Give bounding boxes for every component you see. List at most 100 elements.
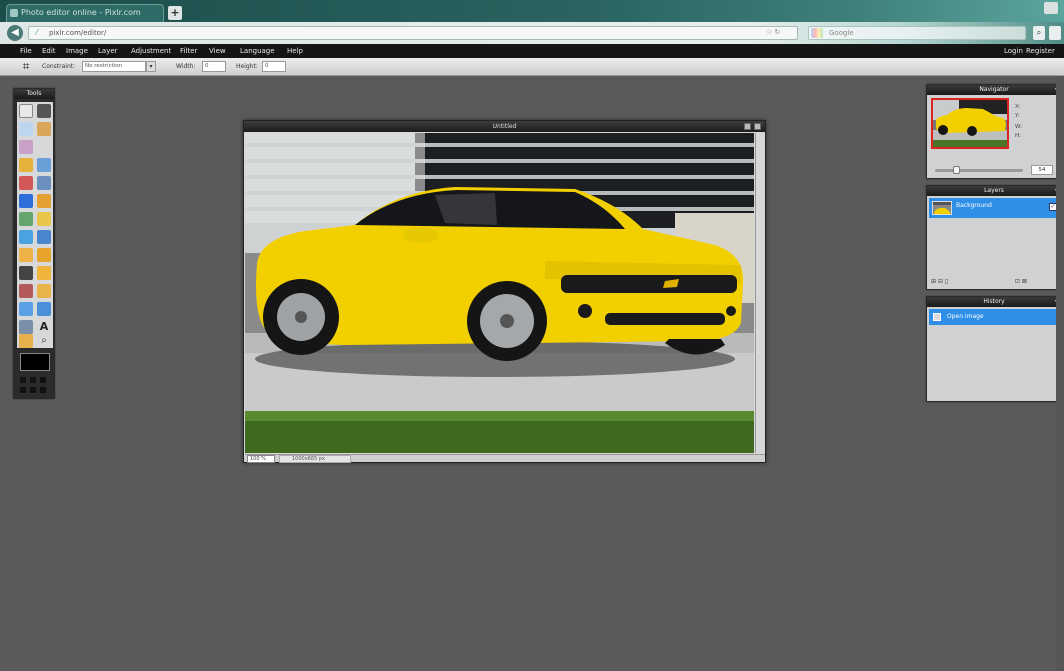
marquee-tool-icon[interactable] <box>19 122 33 136</box>
navigator-y-label: Y: <box>1015 113 1020 119</box>
back-button[interactable]: ◀ <box>7 25 23 41</box>
menu-layer[interactable]: Layer <box>98 44 118 58</box>
crop-tool-icon: ⌗ <box>22 59 30 73</box>
crop-tool-icon[interactable] <box>19 104 33 118</box>
history-item[interactable]: Open image <box>929 309 1061 325</box>
pixlr-editor-window: Photo editor online - Pixlr.com + ◀ pixl… <box>0 0 1064 671</box>
image-size-label: 1000x665 px <box>279 455 351 463</box>
constraint-label: Constraint: <box>42 63 76 70</box>
width-input[interactable]: 0 <box>202 61 226 72</box>
constraint-select[interactable]: No restriction <box>82 61 146 72</box>
menu-view[interactable]: View <box>209 44 226 58</box>
vertical-scrollbar[interactable] <box>755 133 765 453</box>
pencil-tool-icon[interactable] <box>19 158 33 172</box>
car-photo <box>245 133 754 453</box>
lasso-tool-icon[interactable] <box>37 122 51 136</box>
width-label: Width: <box>176 63 196 70</box>
browser-tab[interactable]: Photo editor online - Pixlr.com <box>6 4 164 22</box>
wand-tool-icon[interactable] <box>19 140 33 154</box>
navigator-w-label: W: <box>1015 124 1022 130</box>
navigator-thumbnail[interactable] <box>931 98 1009 149</box>
bucket-tool-icon[interactable] <box>37 176 51 190</box>
tool-options-bar: ⌗ Constraint: No restriction ▾ Width: 0 … <box>0 58 1064 76</box>
smudge-tool-icon[interactable] <box>19 248 33 262</box>
zoom-slider-handle[interactable] <box>953 166 960 174</box>
history-item-label: Open image <box>947 313 984 320</box>
tools-panel-title: Tools <box>14 89 54 99</box>
layer-name: Background <box>956 202 992 209</box>
chevron-down-icon[interactable]: ▾ <box>146 61 156 72</box>
colorpicker-tool-icon[interactable] <box>19 320 33 334</box>
layer-thumb-image <box>933 205 951 214</box>
sponge-tool-icon[interactable] <box>37 248 51 262</box>
colorreplace-tool-icon[interactable] <box>19 212 33 226</box>
history-item-icon <box>933 313 941 321</box>
layers-title: Layers <box>927 186 1061 196</box>
spot-heal-tool-icon[interactable] <box>37 284 51 298</box>
maximize-icon[interactable] <box>744 123 751 130</box>
gradient-tool-icon[interactable] <box>19 194 33 208</box>
layer-row[interactable]: Background ✓ <box>929 198 1061 218</box>
history-title: History <box>927 297 1061 307</box>
menu-adjustment[interactable]: Adjustment <box>131 44 171 58</box>
menu-language[interactable]: Language <box>240 44 275 58</box>
tool-grid: A ⌕ <box>17 102 53 348</box>
search-input[interactable]: Google <box>808 26 1026 40</box>
height-label: Height: <box>236 63 258 70</box>
height-input[interactable]: 0 <box>262 61 286 72</box>
document-title: Untitled <box>244 121 765 132</box>
burn-tool-icon[interactable] <box>37 266 51 280</box>
browser-nav-bar: ◀ pixlr.com/editor/ ⁄ ☆ ↻ Google ⌕ <box>0 22 1064 44</box>
navigator-panel: Navigator ▾ X: Y: W: H: 54 <box>926 84 1062 179</box>
navigator-x-label: X: <box>1015 104 1021 110</box>
swatch-grid-icon[interactable] <box>20 377 50 395</box>
browser-menu-button[interactable] <box>1049 26 1061 40</box>
hand-tool-icon[interactable] <box>19 334 33 348</box>
close-icon[interactable] <box>754 123 761 130</box>
blur-tool-icon[interactable] <box>19 230 33 244</box>
layer-actions[interactable]: ⊞ ⊟ ▯ ⊡ ⊠ <box>931 278 1027 285</box>
redeye-tool-icon[interactable] <box>19 284 33 298</box>
menu-help[interactable]: Help <box>287 44 303 58</box>
zoom-tool-icon[interactable]: ⌕ <box>37 334 51 348</box>
drawing-tool-icon[interactable] <box>37 212 51 226</box>
search-icon[interactable]: ⌕ <box>1033 26 1045 40</box>
page-icon: ⁄ <box>36 28 38 37</box>
type-tool-icon[interactable]: A <box>37 320 51 334</box>
navigator-car-thumb <box>933 100 1007 147</box>
canvas-image[interactable] <box>245 133 754 453</box>
menu-filter[interactable]: Filter <box>180 44 197 58</box>
navigator-zoom-input[interactable]: 54 <box>1031 165 1053 175</box>
dodge-tool-icon[interactable] <box>19 266 33 280</box>
layers-panel: Layers ▾ Background ✓ ⊞ ⊟ ▯ ⊡ ⊠ <box>926 185 1062 290</box>
stamp-tool-icon[interactable] <box>37 194 51 208</box>
menu-edit[interactable]: Edit <box>42 44 56 58</box>
zoom-slider-track[interactable] <box>935 169 1023 172</box>
menu-image[interactable]: Image <box>66 44 88 58</box>
sharpen-tool-icon[interactable] <box>37 230 51 244</box>
favicon-icon <box>10 9 18 17</box>
menu-file[interactable]: File <box>20 44 32 58</box>
eraser-tool-icon[interactable] <box>19 176 33 190</box>
register-link[interactable]: Register <box>1026 44 1055 58</box>
navigator-title: Navigator <box>927 85 1061 95</box>
tab-title: Photo editor online - Pixlr.com <box>21 8 141 17</box>
history-panel: History ▾ Open image <box>926 296 1062 402</box>
right-edge <box>1056 76 1064 671</box>
address-bar[interactable]: pixlr.com/editor/ <box>28 26 798 40</box>
foreground-color-swatch[interactable] <box>20 353 50 371</box>
move-tool-icon[interactable] <box>37 104 51 118</box>
navigator-h-label: H: <box>1015 133 1021 139</box>
reload-icon[interactable]: ☆ ↻ <box>766 28 780 36</box>
window-minimize-button[interactable] <box>1044 2 1058 14</box>
pinch-tool-icon[interactable] <box>37 302 51 316</box>
tools-panel: Tools A ⌕ <box>13 88 55 399</box>
zoom-input[interactable]: 100 % <box>247 455 275 463</box>
login-link[interactable]: Login <box>1004 44 1023 58</box>
layer-thumbnail <box>932 201 952 215</box>
brush-tool-icon[interactable] <box>37 158 51 172</box>
menu-bar: File Edit Image Layer Adjustment Filter … <box>0 44 1064 58</box>
navigator-coords: X: Y: W: H: <box>1015 103 1022 141</box>
new-tab-button[interactable]: + <box>168 6 182 20</box>
bloat-tool-icon[interactable] <box>19 302 33 316</box>
